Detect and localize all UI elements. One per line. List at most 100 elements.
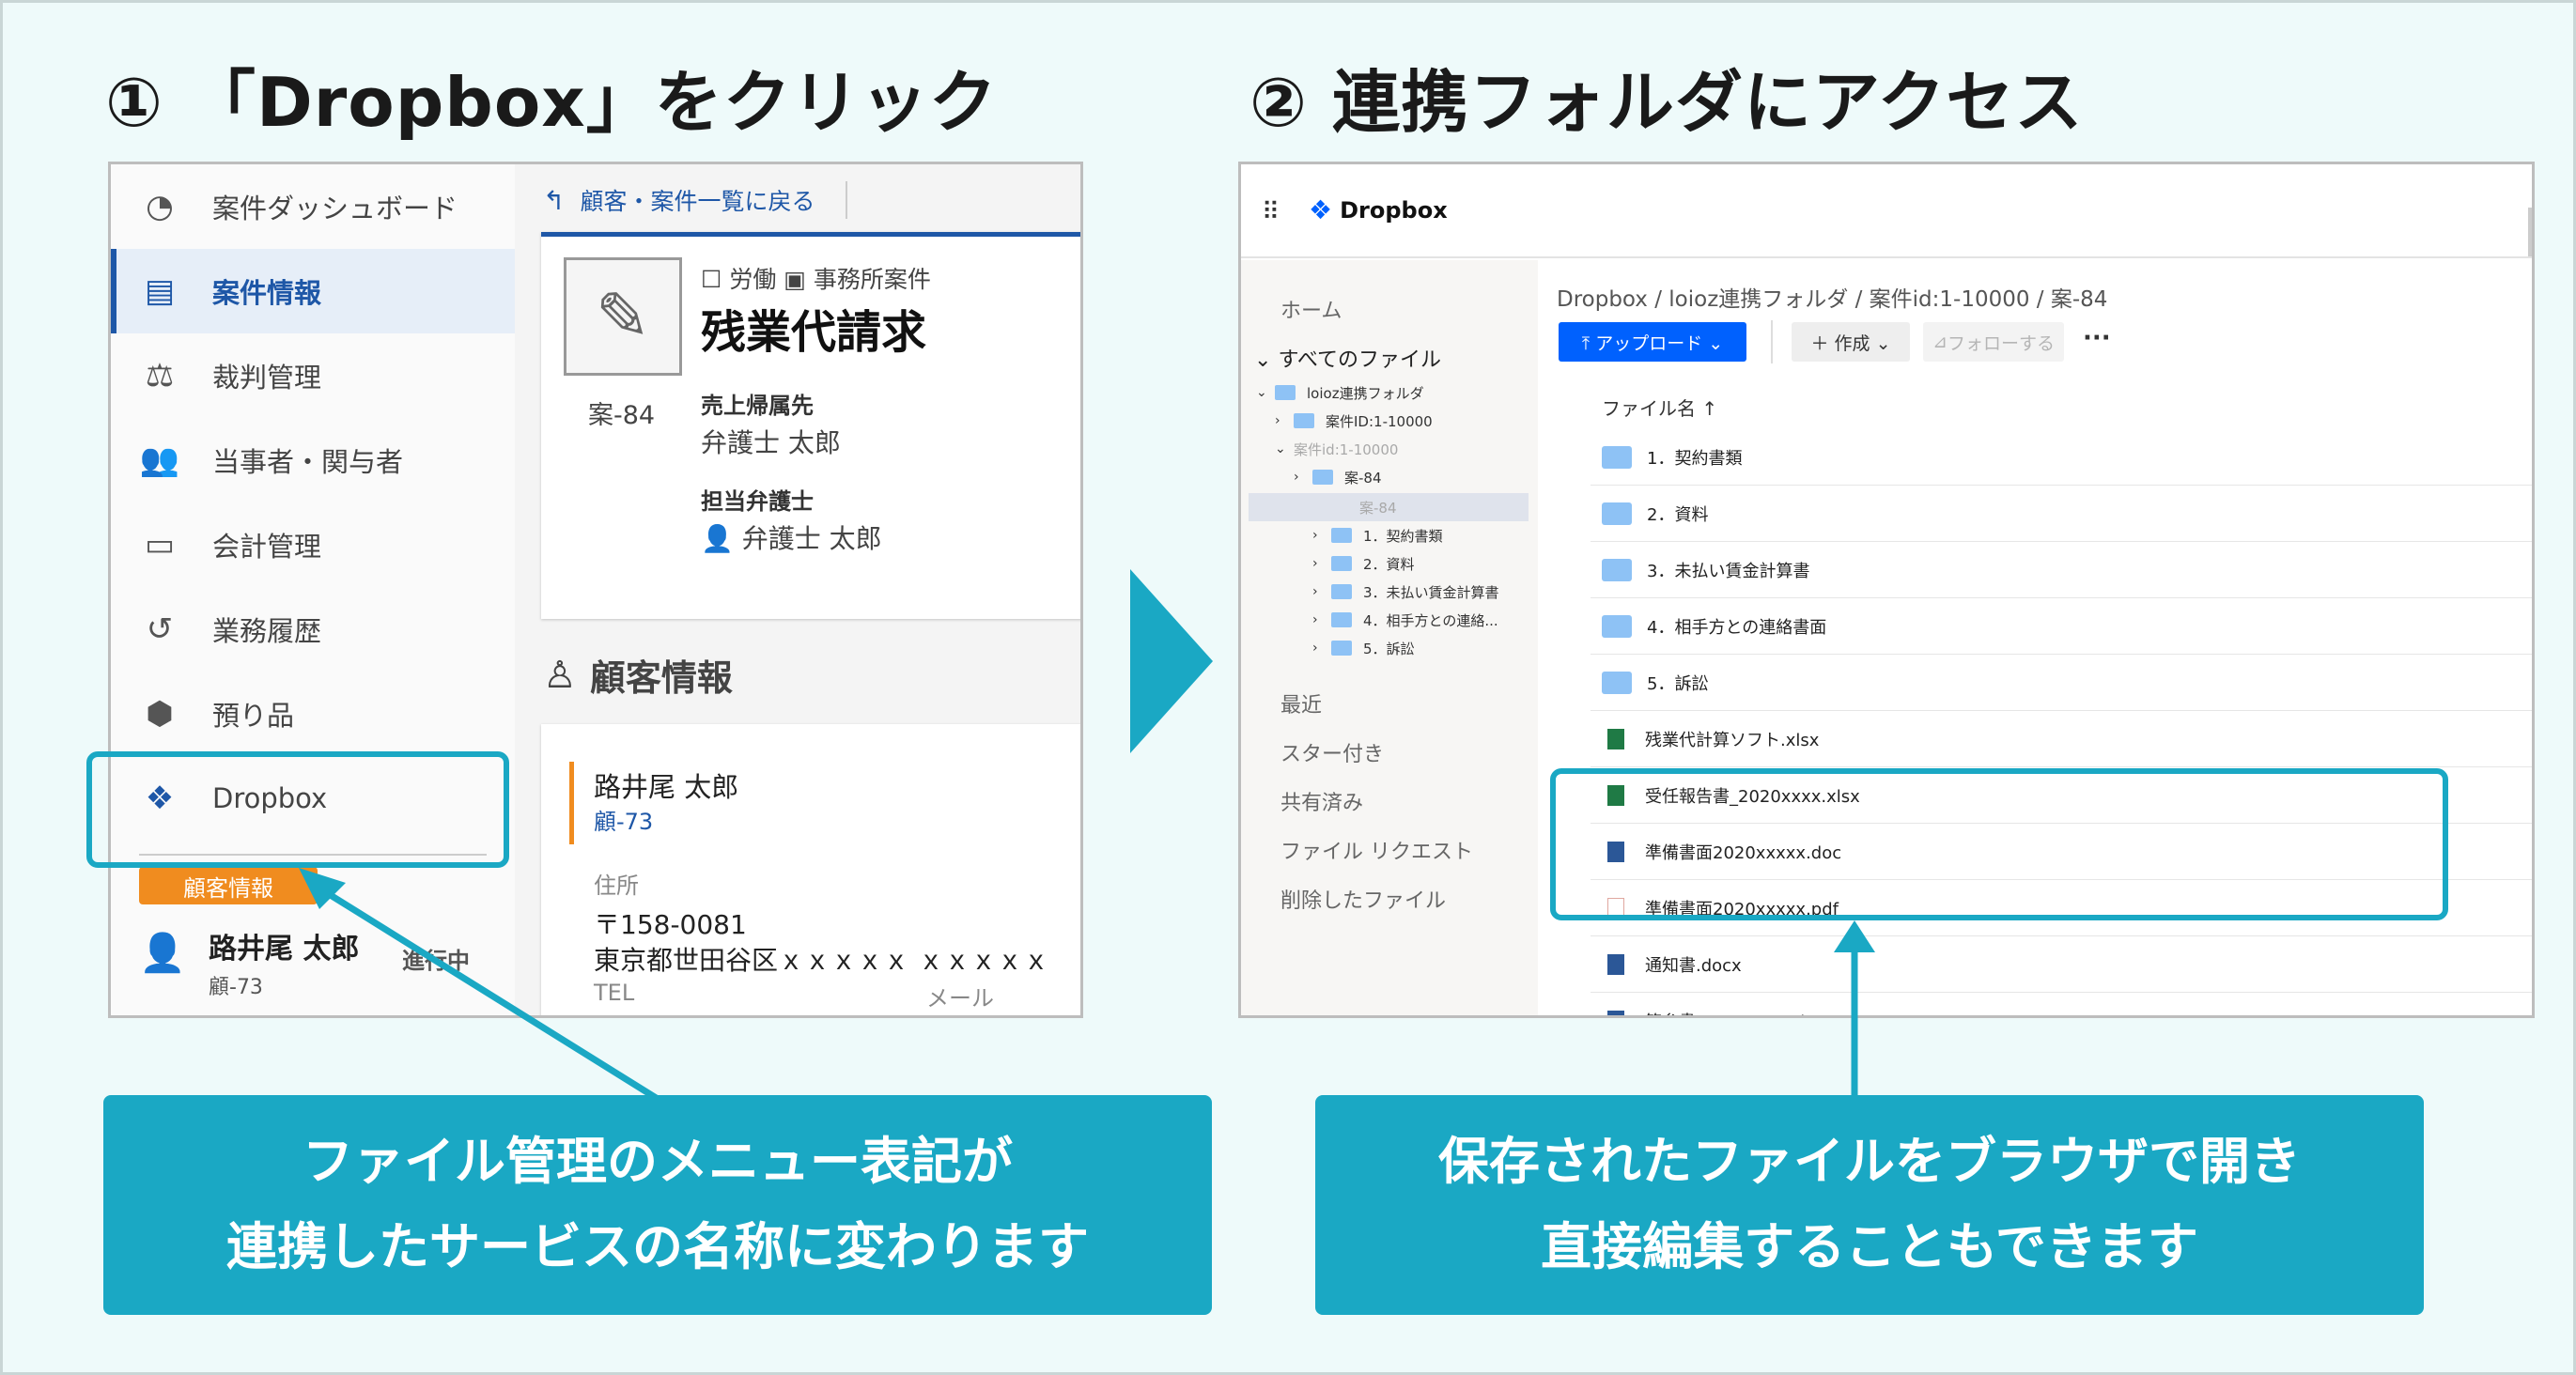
- postal-code: 〒158-0081: [594, 909, 747, 940]
- client-code[interactable]: 顧-73: [594, 803, 653, 836]
- chevron-right-icon[interactable]: ›: [1312, 584, 1331, 599]
- chevron-right-icon[interactable]: ›: [1275, 413, 1294, 428]
- folder-tree: ⌄ loioz連携フォルダ › 案件ID:1-10000 ⌄ 案件id:1-10000 › 案…: [1249, 371, 1529, 681]
- case-tags: ☐ 労働 ▣ 事務所案件: [701, 266, 931, 293]
- chevron-down-icon: ⌄: [1254, 348, 1279, 372]
- chevron-right-icon[interactable]: ›: [1312, 612, 1331, 627]
- chevron-right-icon[interactable]: ›: [1294, 470, 1312, 485]
- sidebar-item-label: 案件ダッシュボード: [212, 193, 458, 224]
- person-icon: ♙: [543, 653, 577, 697]
- folder-icon: [1275, 385, 1296, 400]
- chevron-right-icon[interactable]: ›: [1312, 528, 1331, 543]
- sidebar-item-parties[interactable]: 👥 当事者・関与者: [111, 418, 515, 502]
- tree-item-label: 案件id:1-10000: [1294, 440, 1399, 458]
- follow-label: フォローする: [1947, 332, 2055, 354]
- card-icon: ▭: [144, 526, 176, 564]
- back-arrow-icon: ↰: [543, 184, 566, 216]
- nav-home[interactable]: ホーム: [1280, 294, 1342, 324]
- folder-icon: [1331, 641, 1352, 656]
- tree-item-label: 5．訴訟: [1363, 640, 1415, 657]
- file-row[interactable]: 3．未払い賃金計算書: [1591, 542, 2532, 598]
- nav-recent[interactable]: 最近: [1280, 688, 1322, 718]
- box-icon: ⬢: [146, 695, 174, 733]
- sidebar-item-dashboard[interactable]: ◔ 案件ダッシュボード: [111, 164, 515, 249]
- nav-deleted-files[interactable]: 削除したファイル: [1280, 884, 1446, 914]
- file-row[interactable]: 1．契約書類: [1591, 429, 2532, 486]
- tree-item[interactable]: › 案-84: [1249, 463, 1382, 491]
- more-options-icon[interactable]: ···: [2083, 324, 2111, 352]
- follow-button[interactable]: ⊿ フォローする: [1923, 322, 2064, 362]
- sidebar-item-accounting[interactable]: ▭ 会計管理: [111, 502, 515, 587]
- tree-item[interactable]: › 1．契約書類: [1249, 521, 1443, 549]
- chevron-right-icon[interactable]: ›: [1312, 641, 1331, 656]
- file-row[interactable]: 2．資料: [1591, 486, 2532, 542]
- tree-item[interactable]: › 4．相手方との連絡...: [1249, 606, 1498, 634]
- sidebar-item-deposits[interactable]: ⬢ 預り品: [111, 672, 515, 756]
- right-callout: 保存されたファイルをブラウザで開き 直接編集することもできます: [1315, 1095, 2424, 1315]
- create-button[interactable]: ＋ 作成 ⌄: [1792, 322, 1910, 362]
- tel-label: TEL: [594, 980, 635, 1006]
- file-name: 2．資料: [1647, 504, 1709, 525]
- tree-item-label: 案-84: [1359, 499, 1397, 517]
- step1-title: ① 「Dropbox」をクリック: [105, 63, 998, 142]
- file-row[interactable]: 5．訴訟: [1591, 655, 2532, 711]
- step2-title: ② 連携フォルダにアクセス: [1249, 63, 2084, 142]
- nav-all-files[interactable]: ⌄ すべてのファイル: [1254, 343, 1441, 373]
- rss-icon: ⊿: [1932, 332, 1948, 352]
- chevron-down-icon[interactable]: ⌄: [1256, 385, 1275, 400]
- folder-icon: [1602, 558, 1632, 581]
- file-name: 答弁書2020xxxxx.doc: [1645, 1009, 1824, 1016]
- tree-item[interactable]: 案-84: [1249, 493, 1529, 521]
- left-callout-line1: ファイル管理のメニュー表記が: [303, 1132, 1013, 1192]
- chevron-right-icon[interactable]: ›: [1312, 556, 1331, 571]
- nav-shared[interactable]: 共有済み: [1280, 786, 1363, 816]
- user-name: 路井尾 太郎: [209, 933, 360, 966]
- chevron-down-icon[interactable]: ⌄: [1275, 441, 1294, 456]
- sidebar-item-case-info[interactable]: ▤ 案件情報: [111, 249, 515, 333]
- sidebar-item-label: 案件情報: [212, 277, 322, 309]
- tree-item-label: loioz連携フォルダ: [1307, 384, 1424, 402]
- client-info-tag: 顧客情報: [139, 867, 318, 904]
- case-title: 残業代請求: [701, 306, 927, 359]
- sidebar-item-trial[interactable]: ⚖ 裁判管理: [111, 333, 515, 418]
- lawyer-name: 弁護士 太郎: [741, 523, 882, 554]
- file-row[interactable]: 4．相手方との連絡書面: [1591, 598, 2532, 655]
- files-highlight: [1550, 768, 2448, 920]
- people-icon: 👥: [139, 441, 180, 479]
- right-callout-line1: 保存されたファイルをブラウザで開き: [1438, 1132, 2301, 1192]
- folder-icon: [1331, 528, 1352, 543]
- scrollbar[interactable]: [2528, 208, 2532, 256]
- tree-item[interactable]: › 案件ID:1-10000: [1249, 407, 1433, 435]
- tree-item[interactable]: › 5．訴訟: [1249, 634, 1415, 662]
- tree-item[interactable]: ⌄ 案件id:1-10000: [1249, 435, 1398, 463]
- right-callout-line2: 直接編集することもできます: [1541, 1217, 2198, 1276]
- sidebar-item-label: 預り品: [212, 700, 295, 732]
- column-header-name[interactable]: ファイル名 ↑: [1602, 394, 1717, 421]
- file-row[interactable]: 残業代計算ソフト.xlsx: [1591, 711, 2532, 767]
- app-grid-icon[interactable]: ⠿: [1262, 198, 1280, 226]
- file-row[interactable]: 答弁書2020xxxxx.doc: [1591, 993, 2532, 1016]
- file-name: 残業代計算ソフト.xlsx: [1645, 730, 1820, 750]
- tree-item-label: 1．契約書類: [1363, 527, 1443, 545]
- tree-item[interactable]: › 2．資料: [1249, 549, 1415, 578]
- user-code: 顧-73: [209, 976, 263, 999]
- tree-item[interactable]: › 3．未払い賃金計算書: [1249, 578, 1499, 606]
- left-callout: ファイル管理のメニュー表記が 連携したサービスの名称に変わります: [103, 1095, 1212, 1315]
- dropbox-icon: ❖: [1309, 194, 1333, 225]
- history-icon: ↺: [146, 610, 174, 648]
- sidebar-item-label: 業務履歴: [212, 615, 322, 647]
- back-link[interactable]: ↰ 顧客・案件一覧に戻る: [543, 183, 815, 217]
- sidebar-item-history[interactable]: ↺ 業務履歴: [111, 587, 515, 672]
- file-name: 1．契約書類: [1647, 448, 1743, 469]
- upload-button[interactable]: ⤒ アップロード ⌄: [1559, 322, 1746, 362]
- dropbox-logo[interactable]: ❖ Dropbox: [1309, 194, 1448, 225]
- sidebar-user[interactable]: 👤 路井尾 太郎 顧-73: [139, 925, 359, 1000]
- nav-file-requests[interactable]: ファイル リクエスト: [1280, 835, 1473, 865]
- file-name: 5．訴訟: [1647, 673, 1709, 694]
- file-row[interactable]: 通知書.docx: [1591, 936, 2532, 993]
- nav-starred[interactable]: スター付き: [1280, 737, 1384, 767]
- tree-item-label: 案件ID:1-10000: [1326, 412, 1433, 430]
- client-name[interactable]: 路井尾 太郎: [594, 765, 738, 805]
- tree-item[interactable]: ⌄ loioz連携フォルダ: [1249, 379, 1424, 407]
- breadcrumb[interactable]: Dropbox / loioz連携フォルダ / 案件id:1-10000 / 案…: [1557, 281, 2107, 313]
